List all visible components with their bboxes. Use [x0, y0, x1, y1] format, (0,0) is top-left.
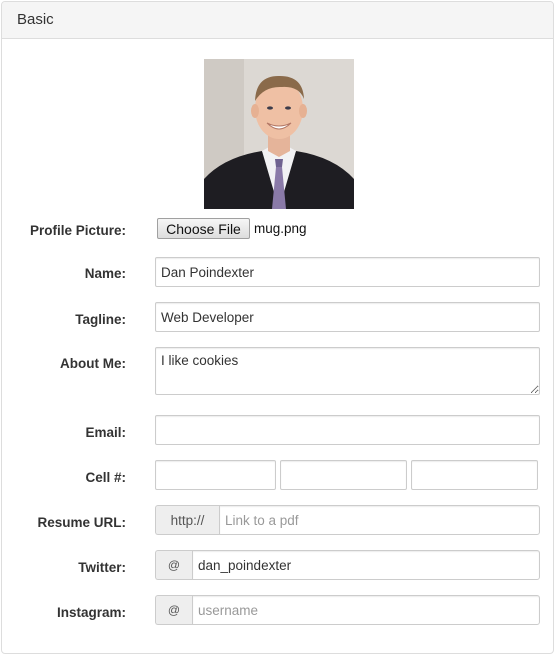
cell-area-code-input[interactable]	[155, 460, 276, 490]
name-input[interactable]	[155, 257, 540, 287]
cell-line-number-input[interactable]	[411, 460, 538, 490]
twitter-at-addon: @	[155, 550, 192, 580]
email-label: Email:	[85, 425, 126, 440]
resume-url-prefix-addon: http://	[155, 505, 219, 535]
profile-photo-image	[204, 59, 354, 209]
tagline-input[interactable]	[155, 302, 540, 332]
twitter-input[interactable]	[192, 550, 540, 580]
panel-title: Basic	[2, 2, 553, 39]
instagram-at-addon: @	[155, 595, 192, 625]
selected-file-name: mug.png	[254, 221, 307, 236]
email-input[interactable]	[155, 415, 540, 445]
about-me-label: About Me:	[60, 356, 126, 371]
about-me-textarea[interactable]: I like cookies	[155, 347, 540, 395]
cell-label: Cell #:	[85, 470, 126, 485]
profile-photo	[204, 59, 354, 209]
resume-url-input[interactable]	[219, 505, 540, 535]
profile-picture-label: Profile Picture:	[29, 223, 126, 238]
name-label: Name:	[84, 266, 126, 281]
instagram-label: Instagram:	[56, 605, 126, 620]
resume-url-label: Resume URL:	[37, 515, 126, 530]
twitter-label: Twitter:	[78, 560, 126, 575]
instagram-input[interactable]	[192, 595, 540, 625]
cell-prefix-input[interactable]	[280, 460, 407, 490]
tagline-label: Tagline:	[75, 312, 126, 327]
choose-file-button[interactable]: Choose File	[157, 218, 250, 239]
